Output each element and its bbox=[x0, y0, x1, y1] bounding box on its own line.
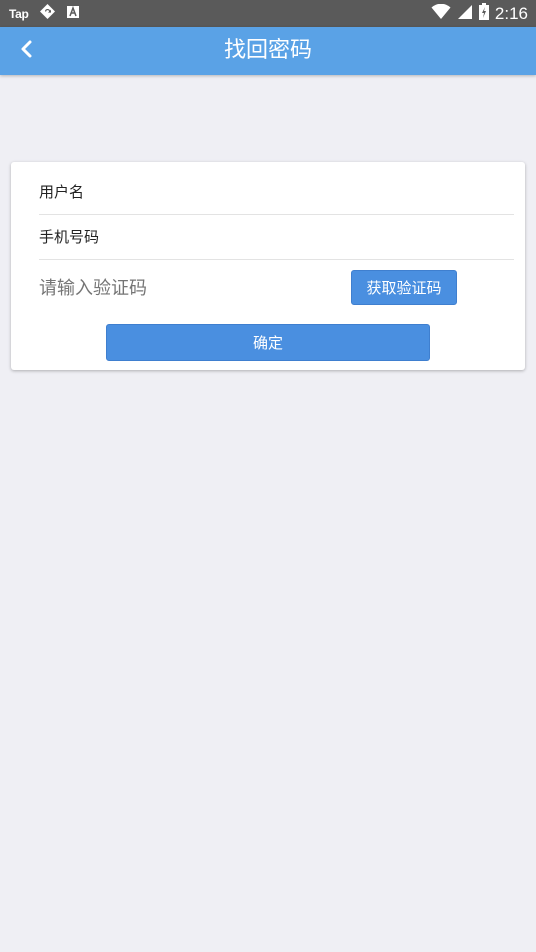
font-a-icon bbox=[66, 4, 80, 23]
confirm-button[interactable]: 确定 bbox=[106, 324, 430, 361]
username-row bbox=[39, 170, 514, 215]
username-input[interactable] bbox=[39, 183, 514, 201]
status-notifications: Tap bbox=[9, 0, 80, 27]
status-system-icons: 2:16 bbox=[431, 0, 528, 27]
verification-code-row bbox=[39, 266, 339, 310]
page-title: 找回密码 bbox=[223, 38, 312, 63]
verification-code-input[interactable] bbox=[39, 277, 339, 299]
app-header: 找回密码 bbox=[0, 27, 536, 75]
signal-icon bbox=[457, 4, 473, 24]
recovery-form-card: 获取验证码 确定 bbox=[11, 162, 525, 370]
get-code-button[interactable]: 获取验证码 bbox=[351, 270, 457, 305]
phone-row bbox=[39, 215, 514, 260]
tap-app-icon: Tap bbox=[9, 6, 29, 21]
status-bar: Tap 2:16 bbox=[0, 0, 536, 27]
battery-icon bbox=[478, 3, 489, 24]
status-time: 2:16 bbox=[494, 3, 528, 23]
wifi-icon bbox=[431, 3, 451, 24]
sync-icon bbox=[39, 3, 56, 24]
phone-input[interactable] bbox=[39, 228, 514, 246]
